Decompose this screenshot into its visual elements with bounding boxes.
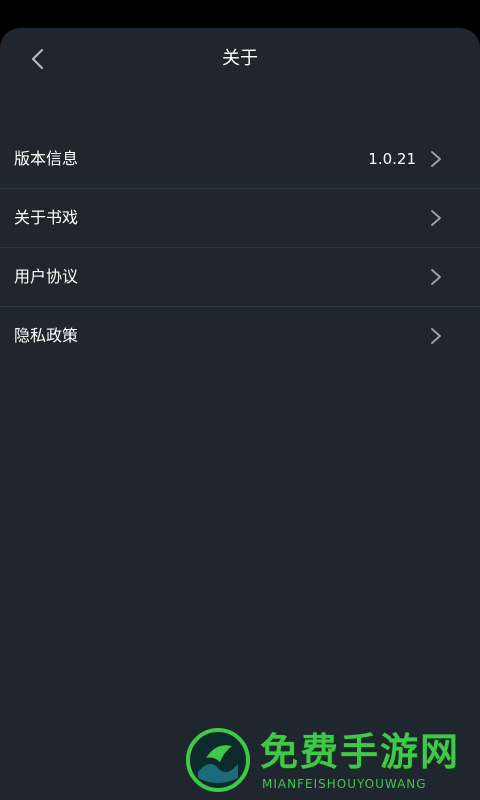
- chevron-right-icon: [426, 326, 446, 346]
- chevron-right-icon: [426, 267, 446, 287]
- chevron-right-icon: [426, 149, 446, 169]
- row-label: 隐私政策: [14, 326, 79, 345]
- row-privacy-policy[interactable]: 隐私政策: [0, 307, 480, 365]
- watermark-subtitle: MIANFEISHOUYOUWANG: [262, 777, 427, 791]
- watermark-title: 免费手游网: [260, 730, 461, 774]
- row-label: 用户协议: [14, 267, 79, 286]
- header: 关于: [0, 28, 480, 90]
- row-label: 关于书戏: [14, 208, 79, 227]
- chevron-right-icon: [426, 208, 446, 228]
- watermark-logo-icon: [186, 728, 250, 792]
- page-title: 关于: [222, 48, 258, 69]
- about-screen: 关于 版本信息 1.0.21 关于书戏 用户协议 隐私政策: [0, 28, 480, 800]
- watermark: 免费手游网 MIANFEISHOUYOUWANG: [182, 700, 474, 796]
- row-about-shuxi[interactable]: 关于书戏: [0, 189, 480, 248]
- version-value: 1.0.21: [368, 150, 416, 168]
- row-version-info[interactable]: 版本信息 1.0.21: [0, 130, 480, 189]
- settings-list: 版本信息 1.0.21 关于书戏 用户协议 隐私政策: [0, 130, 480, 365]
- row-label: 版本信息: [14, 149, 79, 168]
- row-user-agreement[interactable]: 用户协议: [0, 248, 480, 307]
